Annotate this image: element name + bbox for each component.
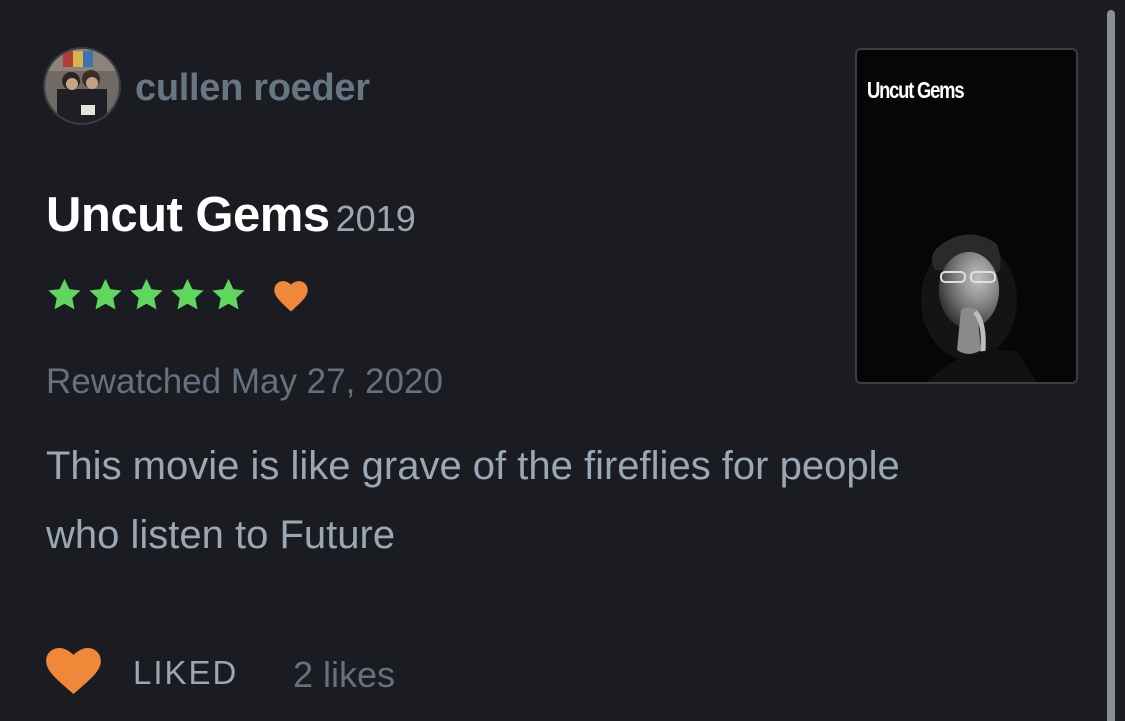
- liked-label[interactable]: LIKED: [133, 654, 238, 692]
- star-rating: [44, 276, 249, 314]
- scrollbar-thumb[interactable]: [1107, 10, 1115, 721]
- review-text: This movie is like grave of the fireflie…: [46, 444, 900, 557]
- star-icon: [89, 278, 122, 310]
- star-icon: [212, 278, 245, 310]
- film-year[interactable]: 2019: [336, 198, 416, 239]
- star-icon: [171, 278, 204, 310]
- likes-count[interactable]: 2 likes: [293, 654, 395, 696]
- star-icon: [48, 278, 81, 310]
- film-heading: Uncut Gems 2019: [46, 187, 416, 243]
- liked-heart-icon: [274, 281, 308, 312]
- author-avatar[interactable]: [45, 49, 119, 123]
- author-name[interactable]: cullen roeder: [135, 66, 370, 110]
- film-title[interactable]: Uncut Gems: [46, 188, 330, 242]
- film-poster[interactable]: Uncut Gems: [855, 48, 1078, 384]
- watched-date[interactable]: Rewatched May 27, 2020: [46, 362, 443, 402]
- heart-icon[interactable]: [44, 647, 103, 695]
- star-icon: [130, 278, 163, 310]
- poster-title: Uncut Gems: [867, 77, 965, 103]
- avatar-photo: [45, 49, 119, 123]
